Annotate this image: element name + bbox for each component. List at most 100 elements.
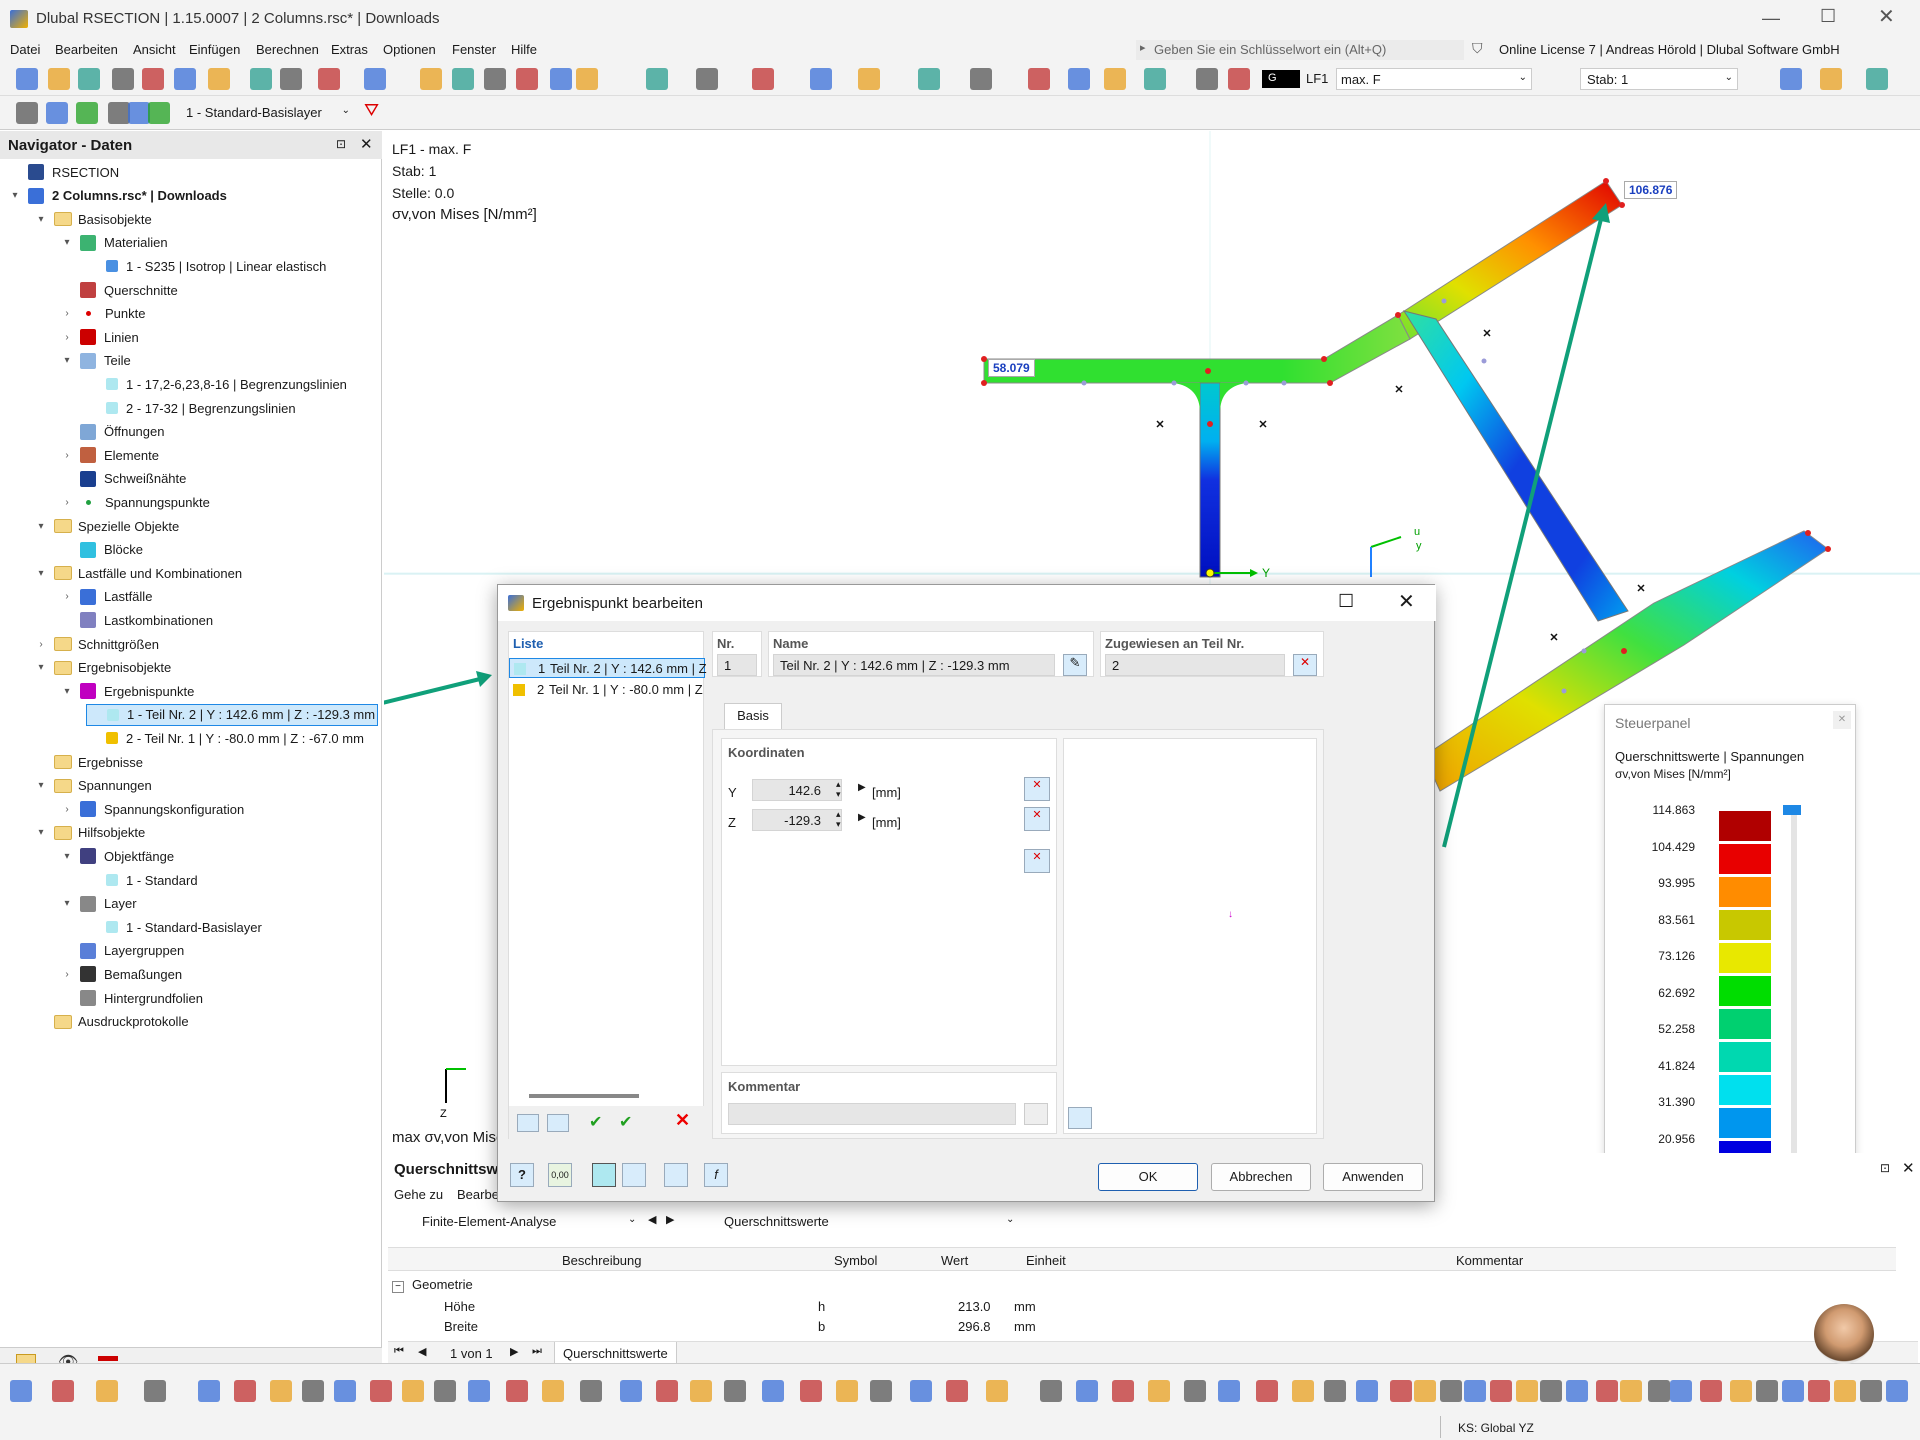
toolbar-tool-icon[interactable] (174, 68, 196, 90)
formula-icon[interactable]: f (704, 1163, 728, 1187)
toolbar-tool-icon[interactable] (208, 68, 230, 90)
tree-item[interactable]: › Punkte (60, 303, 145, 325)
toolbar-tool-icon[interactable] (970, 68, 992, 90)
control-panel-close-icon[interactable]: ✕ (1833, 711, 1851, 729)
assigned-field[interactable]: 2 (1105, 654, 1285, 676)
tree-item[interactable]: 1 - Teil Nr. 2 | Y : 142.6 mm | Z : -129… (86, 703, 379, 726)
tree-item[interactable]: 2 - 17-32 | Begrenzungslinien (86, 397, 296, 419)
toolbar-tool-icon[interactable] (250, 68, 272, 90)
toolbar-tool-icon[interactable] (148, 102, 170, 124)
tree-item[interactable]: ▾ 2 Columns.rsc* | Downloads (8, 185, 227, 207)
toolbar-tool-icon[interactable] (1104, 68, 1126, 90)
add-point-icon[interactable] (517, 1114, 539, 1132)
tree-item[interactable]: Hintergrundfolien (60, 987, 203, 1009)
table-row[interactable]: Breite b 296.8 mm (388, 1317, 1896, 1337)
z-stepper-icon[interactable]: ▴ ▾ (836, 809, 841, 829)
toolbar-tool-icon[interactable] (1196, 68, 1218, 90)
toolbar-tool-icon[interactable] (96, 1380, 118, 1402)
toolbar-tool-icon[interactable] (364, 68, 386, 90)
toolbar-tool-icon[interactable] (16, 68, 38, 90)
toolbar-tool-icon[interactable] (1414, 1380, 1436, 1402)
toolbar-tool-icon[interactable] (1144, 68, 1166, 90)
next-page-icon[interactable]: ▶ (510, 1345, 518, 1358)
chevron-right-icon[interactable]: › (60, 804, 74, 815)
menu-extras[interactable]: Extras (331, 42, 368, 57)
toolbar-tool-icon[interactable] (1440, 1380, 1462, 1402)
chevron-down-icon[interactable]: ▾ (34, 780, 48, 791)
tree-item[interactable]: 1 - Standard (86, 869, 198, 891)
toolbar-tool-icon[interactable] (1148, 1380, 1170, 1402)
z-arrow-icon[interactable]: ▶ (858, 812, 866, 823)
toolbar-tool-icon[interactable] (1112, 1380, 1134, 1402)
chevron-right-icon[interactable]: › (60, 497, 74, 508)
tree-item[interactable]: ▾ Objektfänge (60, 845, 174, 867)
toolbar-tool-icon[interactable] (52, 1380, 74, 1402)
member-select[interactable]: Stab: 1 ⌄ (1580, 68, 1738, 90)
toolbar-tool-icon[interactable] (198, 1380, 220, 1402)
units-icon[interactable]: 0,00 (548, 1163, 572, 1187)
tree-item[interactable]: ▾ Ergebnisobjekte (34, 657, 171, 679)
tree-item[interactable]: ▾ Spezielle Objekte (34, 515, 179, 537)
pick-z-icon[interactable]: ✕ (1024, 807, 1050, 831)
tree-item[interactable]: RSECTION (8, 161, 119, 183)
toolbar-tool-icon[interactable] (918, 68, 940, 90)
y-field[interactable]: 142.6 (752, 779, 842, 801)
last-page-icon[interactable]: ⏭ (532, 1345, 542, 1358)
toolbar-tool-icon[interactable] (128, 102, 150, 124)
nr-field[interactable]: 1 (717, 654, 757, 676)
toolbar-tool-icon[interactable] (858, 68, 880, 90)
chevron-down-icon[interactable]: ▾ (34, 214, 48, 225)
chevron-down-icon[interactable]: ▾ (8, 190, 22, 201)
toolbar-tool-icon[interactable] (434, 1380, 456, 1402)
label-icon[interactable] (622, 1163, 646, 1187)
chevron-down-icon[interactable]: ▾ (34, 521, 48, 532)
y-arrow-icon[interactable]: ▶ (858, 782, 866, 793)
comment-library-icon[interactable] (1024, 1103, 1048, 1125)
tree-item[interactable]: › Spannungskonfiguration (60, 798, 244, 820)
delete-icon[interactable]: ✕ (675, 1110, 690, 1131)
toolbar-tool-icon[interactable] (420, 68, 442, 90)
tree-item[interactable]: Schweißnähte (60, 468, 186, 490)
chevron-down-icon[interactable]: ▾ (60, 851, 74, 862)
toolbar-tool-icon[interactable] (484, 68, 506, 90)
toolbar-tool-icon[interactable] (10, 1380, 32, 1402)
toolbar-tool-icon[interactable] (468, 1380, 490, 1402)
toolbar-tool-icon[interactable] (1324, 1380, 1346, 1402)
chevron-down-icon[interactable]: ▾ (60, 237, 74, 248)
prev-icon[interactable]: ◀ (648, 1213, 656, 1226)
table-close-icon[interactable]: ✕ (1902, 1159, 1915, 1177)
tree-item[interactable]: ▾ Basisobjekte (34, 208, 151, 230)
tree-item[interactable]: ▾ Layer (60, 893, 137, 915)
tree-item[interactable]: ▾ Teile (60, 350, 131, 372)
ok-button[interactable]: OK (1098, 1163, 1198, 1191)
menu-ansicht[interactable]: Ansicht (133, 42, 176, 57)
chevron-right-icon[interactable]: › (60, 332, 74, 343)
toolbar-tool-icon[interactable] (1040, 1380, 1062, 1402)
toolbar-tool-icon[interactable] (1356, 1380, 1378, 1402)
toolbar-tool-icon[interactable] (1228, 68, 1250, 90)
collapse-icon[interactable]: − (392, 1281, 404, 1293)
toolbar-tool-icon[interactable] (1028, 68, 1050, 90)
pick-point-icon[interactable]: ✕ (1024, 849, 1050, 873)
toolbar-tool-icon[interactable] (542, 1380, 564, 1402)
tree-item[interactable]: ▾ Spannungen (34, 775, 151, 797)
toolbar-tool-icon[interactable] (144, 1380, 166, 1402)
toolbar-tool-icon[interactable] (724, 1380, 746, 1402)
scale-slider-track[interactable] (1791, 809, 1797, 1181)
tree-item[interactable]: Lastkombinationen (60, 609, 213, 631)
toolbar-tool-icon[interactable] (550, 68, 572, 90)
list-item[interactable]: 2 Teil Nr. 1 | Y : -80.0 mm | Z (509, 680, 705, 700)
toolbar-tool-icon[interactable] (752, 68, 774, 90)
license-icon[interactable]: ⛉ (1472, 40, 1483, 57)
toolbar-tool-icon[interactable] (762, 1380, 784, 1402)
toolbar-tool-icon[interactable] (836, 1380, 858, 1402)
toolbar-tool-icon[interactable] (234, 1380, 256, 1402)
menu-einfuegen[interactable]: Einfügen (189, 42, 240, 57)
toolbar-tool-icon[interactable] (452, 68, 474, 90)
chevron-down-icon[interactable]: ▾ (34, 568, 48, 579)
toolbar-tool-icon[interactable] (48, 68, 70, 90)
toolbar-tool-icon[interactable] (78, 68, 100, 90)
table-pin-icon[interactable]: ⊡ (1880, 1161, 1890, 1175)
toolbar-tool-icon[interactable] (1540, 1380, 1562, 1402)
next-icon[interactable]: ▶ (666, 1213, 674, 1226)
